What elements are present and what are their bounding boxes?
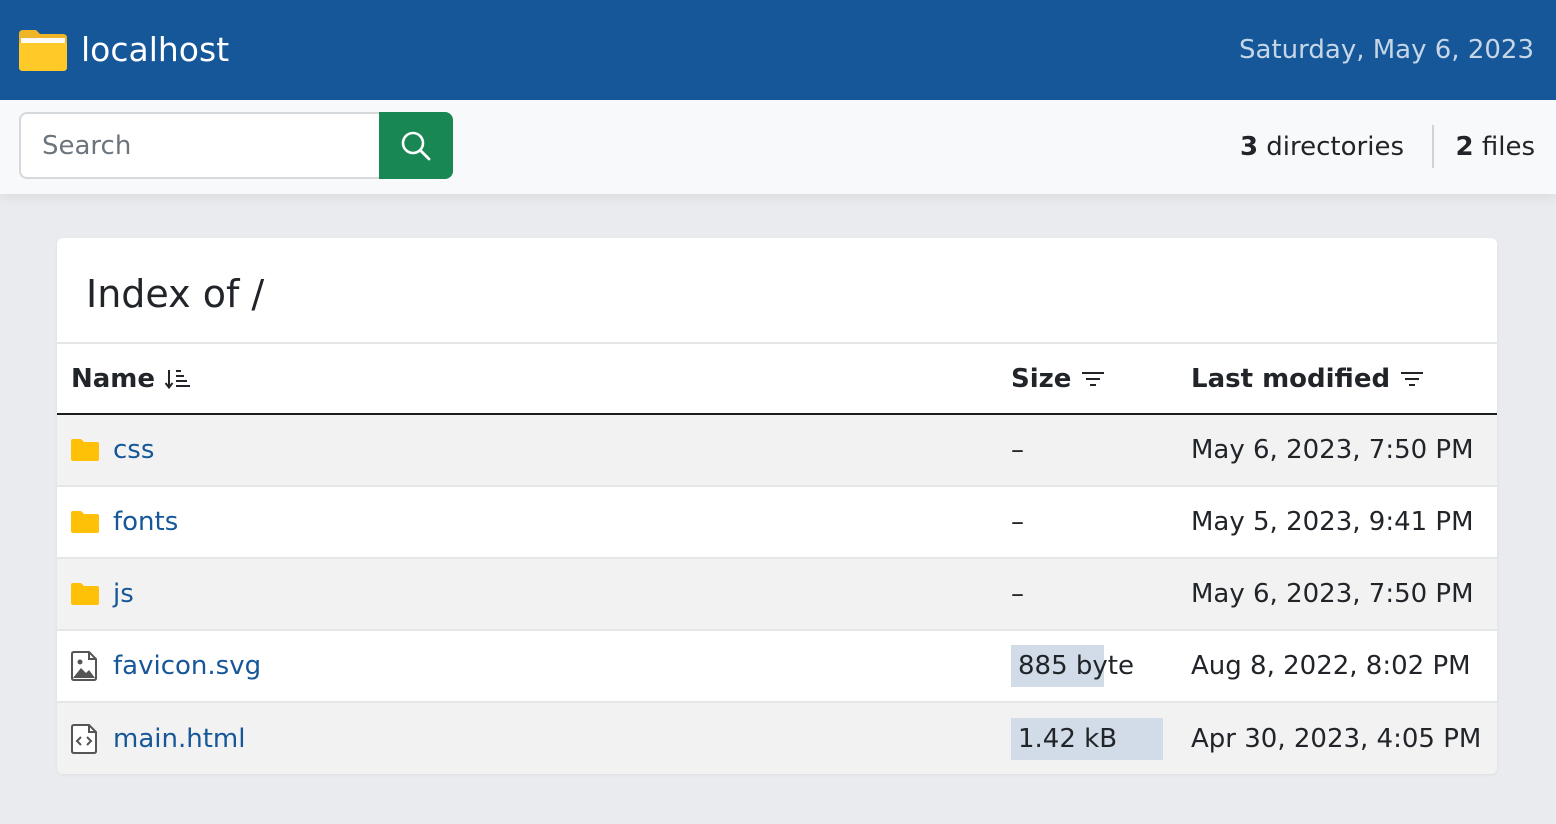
search-icon xyxy=(401,131,431,160)
entry-size: – xyxy=(1011,507,1024,537)
filter-icon xyxy=(1082,371,1105,386)
stats-divider xyxy=(1432,125,1434,168)
entry-link[interactable]: fonts xyxy=(113,507,178,537)
folder-logo-icon xyxy=(19,30,67,71)
table-row[interactable]: js – May 6, 2023, 7:50 PM xyxy=(57,557,1497,630)
file-table: Name Size Last modified css – May 6, 202… xyxy=(57,344,1497,774)
name-column-header[interactable]: Name xyxy=(57,344,1011,415)
current-date: Saturday, May 6, 2023 xyxy=(1239,35,1534,65)
modified-column-header[interactable]: Last modified xyxy=(1191,344,1497,415)
toolbar: 3 directories 2 files xyxy=(0,100,1556,194)
size-column-header[interactable]: Size xyxy=(1011,344,1191,415)
entry-modified: May 6, 2023, 7:50 PM xyxy=(1191,579,1474,609)
size-bar: 1.42 kB xyxy=(1011,717,1163,760)
directories-count: 3 directories xyxy=(1240,128,1404,166)
image-file-icon xyxy=(71,651,97,681)
modified-column-label: Last modified xyxy=(1191,363,1391,394)
site-title[interactable]: localhost xyxy=(81,28,229,72)
table-row[interactable]: css – May 6, 2023, 7:50 PM xyxy=(57,414,1497,486)
search-input[interactable] xyxy=(19,112,381,179)
files-count: 2 files xyxy=(1455,128,1535,166)
page-title: Index of / xyxy=(86,272,265,316)
files-label: files xyxy=(1481,132,1535,162)
entry-size: 885 byte xyxy=(1018,651,1134,681)
entry-link[interactable]: js xyxy=(113,579,134,609)
entry-modified: Apr 30, 2023, 4:05 PM xyxy=(1191,723,1482,754)
table-row[interactable]: fonts – May 5, 2023, 9:41 PM xyxy=(57,485,1497,558)
entry-link[interactable]: main.html xyxy=(113,724,245,754)
files-count-value: 2 xyxy=(1455,132,1474,162)
entry-link[interactable]: css xyxy=(113,435,154,465)
size-column-label: Size xyxy=(1011,363,1072,394)
table-header-row: Name Size Last modified xyxy=(57,344,1497,415)
entry-link[interactable]: favicon.svg xyxy=(113,651,261,681)
code-file-icon xyxy=(71,723,97,754)
size-bar: 885 byte xyxy=(1011,645,1134,687)
table-row[interactable]: favicon.svg 885 byte Aug 8, 2022, 8:02 P… xyxy=(57,629,1497,702)
entry-size: 1.42 kB xyxy=(1018,723,1118,754)
entry-size: – xyxy=(1011,435,1024,465)
search-button[interactable] xyxy=(379,112,453,179)
sort-ascending-icon xyxy=(165,369,191,389)
table-row[interactable]: main.html 1.42 kB Apr 30, 2023, 4:05 PM xyxy=(57,701,1497,774)
listing-card: Index of / Name Size Last modified css –… xyxy=(57,238,1497,774)
entry-modified: May 5, 2023, 9:41 PM xyxy=(1191,507,1474,537)
top-bar: localhost Saturday, May 6, 2023 xyxy=(0,0,1556,100)
entry-size: – xyxy=(1011,579,1024,609)
entry-modified: Aug 8, 2022, 8:02 PM xyxy=(1191,651,1471,681)
name-column-label: Name xyxy=(71,363,156,394)
folder-icon xyxy=(71,511,99,533)
entry-modified: May 6, 2023, 7:50 PM xyxy=(1191,435,1474,465)
folder-icon xyxy=(71,439,99,461)
directories-label: directories xyxy=(1266,132,1404,162)
directories-count-value: 3 xyxy=(1239,132,1259,162)
folder-icon xyxy=(71,583,99,605)
filter-icon xyxy=(1401,371,1424,386)
